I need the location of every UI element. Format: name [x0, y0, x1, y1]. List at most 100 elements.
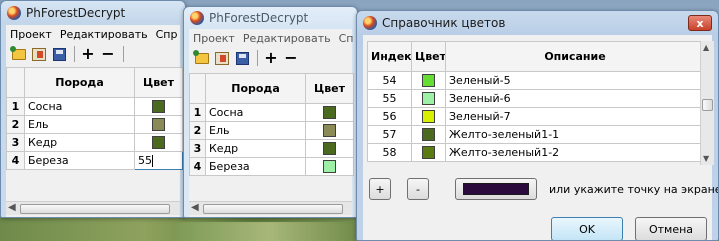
scroll-up-icon[interactable]: ▲: [703, 43, 709, 52]
table-row[interactable]: 54 Зеленый-5: [367, 71, 705, 90]
color-cell[interactable]: [411, 107, 446, 126]
table-row[interactable]: 56 Зеленый-7: [367, 107, 705, 126]
index-cell: 54: [367, 71, 412, 90]
color-table: Индекс Цвет Описание 54 Зеленый-5 55 Зел…: [367, 41, 705, 162]
breed-column-header[interactable]: Порода: [24, 67, 135, 98]
index-column-header[interactable]: Индекс: [367, 41, 412, 72]
menu-project[interactable]: Проект: [10, 28, 52, 41]
map-terrain: [175, 222, 365, 241]
open-button[interactable]: [10, 45, 28, 63]
table-row[interactable]: 1 Сосна: [189, 103, 354, 122]
window-client: Проект Редактировать Спр + − Порода Цвет: [6, 25, 183, 217]
cancel-button[interactable]: Отмена: [635, 217, 707, 240]
open-button[interactable]: [193, 49, 211, 67]
scroll-thumb[interactable]: [20, 204, 170, 214]
color-cell[interactable]: [305, 157, 354, 176]
color-cell[interactable]: [411, 143, 446, 162]
table-row[interactable]: 4 Береза 55: [6, 151, 183, 170]
edit-button[interactable]: [213, 49, 231, 67]
breed-cell[interactable]: Береза: [24, 151, 135, 170]
table-row[interactable]: 55 Зеленый-6: [367, 89, 705, 108]
menu-edit[interactable]: Редактировать: [60, 28, 148, 41]
titlebar[interactable]: PhForestDecrypt: [184, 7, 357, 29]
table-header-row: Порода Цвет: [6, 67, 183, 98]
description-cell[interactable]: Желто-зеленый1-1: [445, 125, 705, 144]
titlebar[interactable]: Справочник цветов x: [357, 11, 718, 35]
remove-row-button[interactable]: −: [99, 45, 117, 63]
color-cell[interactable]: [134, 133, 183, 152]
app-icon: [190, 11, 204, 25]
description-cell[interactable]: Зеленый-7: [445, 107, 705, 126]
color-swatch: [422, 146, 435, 160]
index-cell: 58: [367, 143, 412, 162]
edit-button[interactable]: [30, 45, 48, 63]
table-row[interactable]: 2 Ель: [189, 121, 354, 140]
description-cell[interactable]: Зеленый-6: [445, 89, 705, 108]
table-row[interactable]: 2 Ель: [6, 115, 183, 134]
color-cell[interactable]: [134, 115, 183, 134]
toolbar-separator: [123, 46, 124, 62]
row-number-header: [6, 67, 25, 98]
color-cell[interactable]: [411, 71, 446, 90]
color-cell[interactable]: [305, 121, 354, 140]
breed-cell[interactable]: Ель: [205, 121, 306, 140]
breed-cell[interactable]: Кедр: [205, 139, 306, 158]
menu-project[interactable]: Проект: [193, 32, 235, 45]
add-color-button[interactable]: +: [369, 178, 391, 200]
table-row[interactable]: 4 Береза: [189, 157, 354, 176]
horizontal-scrollbar[interactable]: ◀: [189, 201, 352, 215]
scroll-thumb[interactable]: [203, 204, 343, 214]
save-button[interactable]: [233, 49, 251, 67]
table-row[interactable]: 57 Желто-зеленый1-1: [367, 125, 705, 144]
color-picker-button[interactable]: [455, 178, 537, 200]
scroll-thumb[interactable]: [702, 99, 713, 111]
breed-column-header[interactable]: Порода: [205, 73, 306, 104]
add-row-button[interactable]: +: [262, 49, 280, 67]
menu-reference[interactable]: Спр: [156, 28, 178, 41]
dialog-title: Справочник цветов: [382, 16, 506, 30]
scroll-left-icon[interactable]: ◀: [8, 202, 16, 213]
ok-button[interactable]: OK: [551, 217, 623, 240]
scroll-left-icon[interactable]: ◀: [191, 202, 199, 213]
menu-reference[interactable]: Сп: [339, 32, 354, 45]
color-swatch: [323, 160, 336, 174]
table-row[interactable]: 3 Кедр: [6, 133, 183, 152]
remove-row-button[interactable]: −: [282, 49, 300, 67]
horizontal-scrollbar[interactable]: ◀: [6, 201, 180, 215]
color-swatch: [323, 142, 336, 156]
description-cell[interactable]: Желто-зеленый1-2: [445, 143, 705, 162]
index-cell: 57: [367, 125, 412, 144]
vertical-scrollbar[interactable]: ▲ ▼: [700, 41, 714, 165]
color-cell-editing[interactable]: 55: [134, 151, 183, 170]
description-cell[interactable]: Зеленый-5: [445, 71, 705, 90]
row-number: 2: [189, 121, 206, 140]
titlebar[interactable]: PhForestDecrypt: [1, 1, 185, 25]
breed-cell[interactable]: Сосна: [24, 97, 135, 116]
scroll-down-icon[interactable]: ▼: [703, 154, 709, 163]
table-row[interactable]: 3 Кедр: [189, 139, 354, 158]
breed-cell[interactable]: Ель: [24, 115, 135, 134]
color-cell[interactable]: [411, 89, 446, 108]
color-column-header[interactable]: Цвет: [411, 41, 446, 72]
add-row-button[interactable]: +: [79, 45, 97, 63]
breed-cell[interactable]: Кедр: [24, 133, 135, 152]
color-cell[interactable]: [305, 139, 354, 158]
color-column-header[interactable]: Цвет: [305, 73, 354, 104]
breed-cell[interactable]: Сосна: [205, 103, 306, 122]
table-row[interactable]: 1 Сосна: [6, 97, 183, 116]
save-button[interactable]: [50, 45, 68, 63]
color-column-header[interactable]: Цвет: [134, 67, 183, 98]
save-disk-icon: [52, 47, 66, 61]
breed-cell[interactable]: Береза: [205, 157, 306, 176]
description-column-header[interactable]: Описание: [445, 41, 705, 72]
color-swatch: [422, 128, 435, 142]
color-cell[interactable]: [411, 125, 446, 144]
row-number: 4: [189, 157, 206, 176]
color-cell[interactable]: [305, 103, 354, 122]
close-button[interactable]: x: [688, 15, 712, 31]
menu-edit[interactable]: Редактировать: [243, 32, 331, 45]
color-cell[interactable]: [134, 97, 183, 116]
table-row[interactable]: 58 Желто-зеленый1-2: [367, 143, 705, 162]
remove-color-button[interactable]: -: [407, 178, 429, 200]
app-icon: [363, 16, 377, 30]
